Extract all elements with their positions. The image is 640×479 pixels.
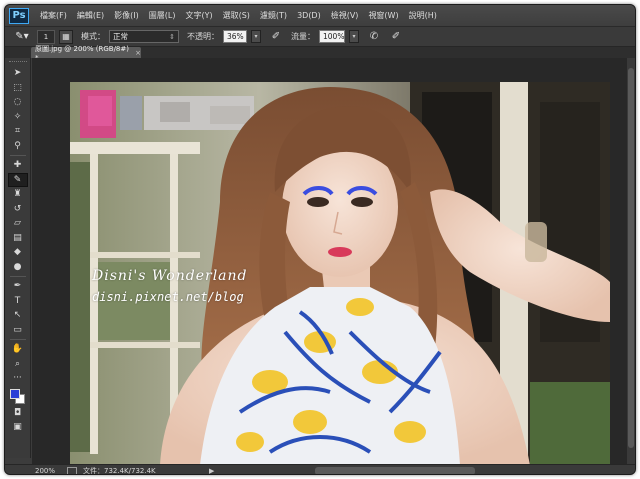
- brush-preset-icon[interactable]: ✎▾: [11, 30, 33, 44]
- lasso-tool-icon[interactable]: ◌: [8, 95, 28, 110]
- close-icon[interactable]: ×: [135, 49, 141, 57]
- menu-window[interactable]: 視窗(W): [363, 10, 403, 21]
- healing-brush-tool-icon[interactable]: ✚: [8, 158, 28, 173]
- toolbar-divider: [9, 339, 26, 340]
- vertical-scroll-thumb[interactable]: [628, 68, 634, 448]
- flow-dropdown-icon[interactable]: ▾: [349, 30, 359, 43]
- move-tool-icon[interactable]: ➤: [8, 66, 28, 81]
- airbrush-icon[interactable]: ✆: [367, 30, 381, 44]
- flow-label: 流量：: [291, 32, 315, 41]
- crop-tool-icon[interactable]: ⌗: [8, 124, 28, 139]
- brush-tool-icon[interactable]: ✎: [7, 172, 28, 187]
- menu-3d[interactable]: 3D(D): [292, 11, 326, 20]
- menu-filter[interactable]: 濾鏡(T): [255, 10, 292, 21]
- document-tab-row: 原圖.jpg @ 200% (RGB/8#) * ×: [5, 45, 635, 62]
- menu-help[interactable]: 說明(H): [404, 10, 442, 21]
- horizontal-scroll-thumb[interactable]: [315, 467, 475, 474]
- menu-edit[interactable]: 編輯(E): [72, 10, 109, 21]
- opacity-dropdown-icon[interactable]: ▾: [251, 30, 261, 43]
- brush-size-picker[interactable]: 1: [37, 29, 55, 44]
- gradient-tool-icon[interactable]: ▤: [8, 231, 28, 246]
- toolbar-divider: [9, 276, 26, 277]
- clone-stamp-tool-icon[interactable]: ♜: [8, 187, 28, 202]
- menu-file[interactable]: 檔案(F): [35, 10, 72, 21]
- pressure-size-icon[interactable]: ✐: [389, 30, 403, 44]
- status-menu-arrow-icon[interactable]: ▶: [209, 467, 214, 475]
- document-size-info: 文件：732.4K/732.4K: [83, 466, 156, 475]
- menu-view[interactable]: 檢視(V): [326, 10, 364, 21]
- quick-mask-icon[interactable]: ◘: [8, 406, 28, 421]
- foreground-color-swatch[interactable]: [9, 388, 20, 399]
- watermark-title: Disni's Wonderland: [92, 268, 248, 284]
- flow-field[interactable]: 100%: [319, 30, 345, 43]
- mode-value: 正常: [113, 32, 128, 41]
- blur-tool-icon[interactable]: ◆: [8, 245, 28, 260]
- status-bar: 200% 文件：732.4K/732.4K ▶: [5, 464, 635, 475]
- zoom-tool-icon[interactable]: ⌕: [8, 357, 28, 372]
- watermark-url: disni.pixnet.net/blog: [92, 290, 244, 304]
- zoom-level[interactable]: 200%: [35, 467, 61, 475]
- panel-grip[interactable]: [8, 61, 27, 64]
- mode-select[interactable]: 正常 ⇕: [109, 30, 179, 43]
- menu-type[interactable]: 文字(Y): [180, 10, 217, 21]
- canvas-area[interactable]: Disni's Wonderland disni.pixnet.net/blog: [32, 58, 635, 465]
- quick-select-tool-icon[interactable]: ✧: [8, 110, 28, 125]
- vertical-scrollbar[interactable]: [627, 58, 635, 464]
- document-profile-icon[interactable]: [67, 466, 77, 474]
- color-swatches[interactable]: [8, 388, 28, 406]
- menu-layer[interactable]: 圖層(L): [144, 10, 181, 21]
- eyedropper-tool-icon[interactable]: ⚲: [8, 139, 28, 154]
- type-tool-icon[interactable]: T: [8, 294, 28, 309]
- opacity-label: 不透明：: [187, 32, 219, 41]
- menu-image[interactable]: 影像(I): [109, 10, 144, 21]
- more-tools-icon[interactable]: ···: [8, 371, 28, 386]
- menu-select[interactable]: 選取(S): [218, 10, 255, 21]
- menu-bar: Ps 檔案(F) 編輯(E) 影像(I) 圖層(L) 文字(Y) 選取(S) 濾…: [5, 5, 635, 27]
- mode-label: 模式：: [81, 32, 105, 41]
- opacity-field[interactable]: 36%: [223, 30, 247, 43]
- pressure-opacity-icon[interactable]: ✐: [269, 30, 283, 44]
- brush-panel-toggle-icon[interactable]: ▦: [59, 29, 73, 44]
- pen-tool-icon[interactable]: ✒: [8, 279, 28, 294]
- marquee-tool-icon[interactable]: ⬚: [8, 81, 28, 96]
- toolbar-divider: [9, 155, 26, 156]
- photoshop-window: Ps 檔案(F) 編輯(E) 影像(I) 圖層(L) 文字(Y) 選取(S) 濾…: [4, 4, 636, 475]
- history-brush-tool-icon[interactable]: ↺: [8, 202, 28, 217]
- eraser-tool-icon[interactable]: ▱: [8, 216, 28, 231]
- tools-panel: ➤ ⬚ ◌ ✧ ⌗ ⚲ ✚ ✎ ♜ ↺ ▱ ▤ ◆ ● ✒ T ↖ ▭ ✋ ⌕ …: [5, 58, 31, 458]
- photoshop-logo: Ps: [9, 7, 29, 24]
- screen-mode-icon[interactable]: ▣: [8, 420, 28, 435]
- document-tab[interactable]: 原圖.jpg @ 200% (RGB/8#) * ×: [31, 45, 141, 62]
- chevron-down-icon: ⇕: [169, 32, 175, 41]
- hand-tool-icon[interactable]: ✋: [8, 342, 28, 357]
- dodge-tool-icon[interactable]: ●: [8, 260, 28, 275]
- path-select-tool-icon[interactable]: ↖: [8, 308, 28, 323]
- photo-canvas[interactable]: Disni's Wonderland disni.pixnet.net/blog: [70, 82, 610, 465]
- shape-tool-icon[interactable]: ▭: [8, 323, 28, 338]
